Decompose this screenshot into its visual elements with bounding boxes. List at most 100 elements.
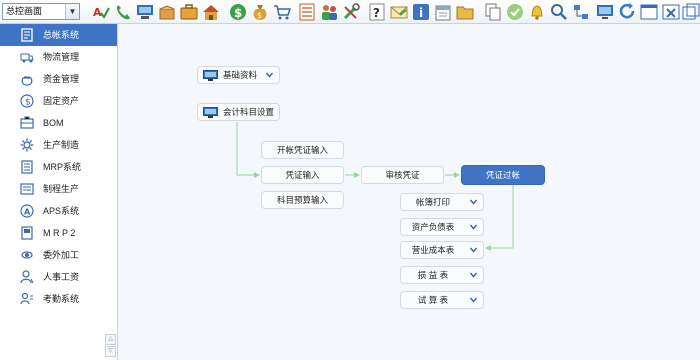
module-sidebar: 总帐系统物流管理资金管理 $ 固定资产 BOM 生产制造 MRP系统制程生产 A APS系统 M… — [0, 24, 118, 360]
attendance-icon — [20, 292, 34, 306]
bom-icon — [20, 116, 34, 130]
home-icon[interactable] — [202, 3, 220, 21]
close-window-icon[interactable] — [662, 3, 680, 21]
sidebar-item-label: 总帐系统 — [43, 30, 80, 40]
dropdown-label: 营业成本表 — [411, 245, 455, 255]
monitor-icon — [203, 107, 218, 118]
folder-icon[interactable] — [456, 3, 474, 21]
gear-icon — [20, 138, 34, 152]
svg-text:A: A — [24, 208, 31, 217]
sidebar-item-5[interactable]: BOM — [0, 112, 117, 134]
chevron-down-icon — [470, 199, 477, 205]
balance-sheet-dropdown[interactable]: 资产负债表 — [400, 218, 484, 236]
svg-text:$: $ — [257, 11, 262, 20]
phone-icon[interactable] — [114, 3, 132, 21]
mrp2-icon — [20, 226, 34, 240]
dollar-icon[interactable]: $ — [229, 3, 247, 21]
dropdown-label: 帐簿打印 — [415, 197, 450, 207]
ledger-print-dropdown[interactable]: 帐簿打印 — [400, 193, 484, 211]
network-icon[interactable] — [572, 3, 590, 21]
sidebar-item-9[interactable]: A APS系统 — [0, 200, 117, 222]
aps-icon: A — [20, 204, 34, 218]
window-icon[interactable] — [640, 3, 658, 21]
bell-icon[interactable] — [528, 3, 546, 21]
person-icon — [20, 270, 34, 284]
sidebar-item-label: MRP系统 — [43, 162, 81, 172]
chevron-down-icon — [266, 72, 273, 78]
open-box-icon[interactable] — [158, 3, 176, 21]
users-icon[interactable] — [320, 3, 338, 21]
budget-input-button[interactable]: 科目预算输入 — [261, 191, 344, 209]
profit-loss-dropdown[interactable]: 损 益 表 — [400, 266, 484, 284]
sidebar-item-2[interactable]: 物流管理 — [0, 46, 117, 68]
audit-voucher-button[interactable]: 审核凭证 — [361, 166, 444, 184]
restore-icon[interactable] — [682, 3, 700, 21]
svg-text:A: A — [93, 6, 102, 19]
svg-text:$: $ — [234, 6, 242, 20]
money-bag-icon[interactable]: $ — [251, 3, 269, 21]
voucher-posting-button[interactable]: 凭证过帐 — [461, 165, 545, 185]
scroll-down-button[interactable]: ▽ — [105, 346, 116, 357]
screen-select-value: 总控画面 — [6, 6, 43, 16]
cost-sheet-dropdown[interactable]: 营业成本表 — [400, 241, 484, 259]
scroll-up-button[interactable]: △ — [105, 334, 116, 345]
basic-data-dropdown[interactable]: 基础资料 — [197, 66, 280, 84]
sidebar-item-11[interactable]: 委外加工 — [0, 244, 117, 266]
sidebar-item-label: 委外加工 — [43, 250, 80, 260]
sidebar-item-6[interactable]: 生产制造 — [0, 134, 117, 156]
sidebar-item-7[interactable]: MRP系统 — [0, 156, 117, 178]
process-icon — [20, 182, 34, 196]
opening-voucher-button[interactable]: 开帐凭证输入 — [261, 141, 344, 159]
cart-icon[interactable] — [273, 3, 291, 21]
sidebar-item-label: 人事工资 — [43, 272, 80, 282]
sidebar-item-label: APS系统 — [43, 206, 80, 216]
dropdown-label: 试 算 表 — [417, 295, 449, 305]
svg-text:i: i — [419, 6, 423, 20]
monitor-icon[interactable] — [596, 3, 614, 21]
trial-balance-dropdown[interactable]: 试 算 表 — [400, 291, 484, 309]
screen-select[interactable]: 总控画面 ▼ — [2, 3, 80, 20]
voucher-input-button[interactable]: 凭证输入 — [261, 166, 344, 184]
sidebar-item-13[interactable]: 考勤系统 — [0, 288, 117, 310]
computer-icon[interactable] — [136, 3, 154, 21]
sidebar-item-label: M R P 2 — [43, 228, 76, 238]
svg-text:?: ? — [373, 6, 380, 20]
sidebar-item-4[interactable]: $ 固定资产 — [0, 90, 117, 112]
briefcase-icon[interactable] — [180, 3, 198, 21]
chevron-down-icon — [470, 224, 477, 230]
tools-icon[interactable] — [342, 3, 360, 21]
chevron-down-icon — [470, 247, 477, 253]
mail-icon[interactable] — [390, 3, 408, 21]
sidebar-item-1[interactable]: 总帐系统 — [0, 24, 117, 46]
sidebar-item-label: 制程生产 — [43, 184, 80, 194]
calendar-icon[interactable] — [434, 3, 452, 21]
sidebar-item-12[interactable]: 人事工资 — [0, 266, 117, 288]
sidebar-item-3[interactable]: 资金管理 — [0, 68, 117, 90]
ledger-icon — [20, 28, 34, 42]
mrp-icon — [20, 160, 34, 174]
search-icon[interactable] — [550, 3, 568, 21]
truck-icon — [20, 50, 34, 64]
spell-check-icon[interactable]: A — [92, 3, 110, 21]
checklist-icon[interactable] — [298, 3, 316, 21]
chevron-down-icon[interactable]: ▼ — [65, 4, 79, 19]
svg-text:$: $ — [25, 98, 31, 108]
dropdown-label: 损 益 表 — [417, 270, 449, 280]
sidebar-item-10[interactable]: M R P 2 — [0, 222, 117, 244]
help-icon[interactable]: ? — [368, 3, 386, 21]
account-setup-button[interactable]: 会计科目设置 — [197, 103, 280, 121]
basic-data-label: 基础资料 — [223, 70, 258, 80]
info-icon[interactable]: i — [412, 3, 430, 21]
asset-icon: $ — [20, 94, 34, 108]
money-pot-icon — [20, 72, 34, 86]
copy-icon[interactable] — [484, 3, 502, 21]
chevron-down-icon — [470, 272, 477, 278]
refresh-icon[interactable] — [618, 3, 636, 21]
sidebar-item-label: BOM — [43, 118, 64, 128]
sidebar-item-label: 固定资产 — [43, 96, 80, 106]
sidebar-item-8[interactable]: 制程生产 — [0, 178, 117, 200]
check-circle-icon[interactable] — [506, 3, 524, 21]
sidebar-item-label: 资金管理 — [43, 74, 80, 84]
sidebar-item-label: 物流管理 — [43, 52, 80, 62]
dropdown-label: 资产负债表 — [411, 222, 455, 232]
